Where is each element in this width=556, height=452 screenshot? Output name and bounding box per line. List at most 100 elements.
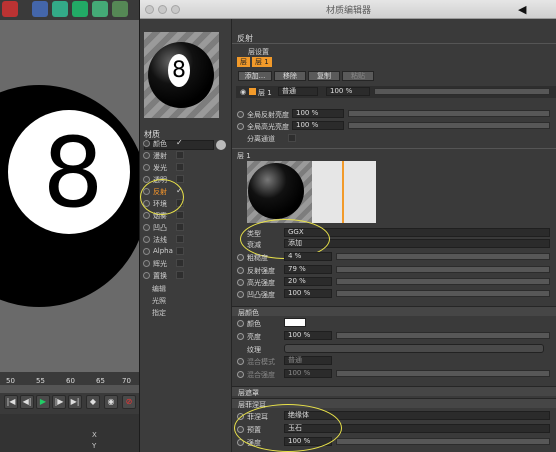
- highlight-annotation: [234, 404, 342, 452]
- mix-mode-select[interactable]: 普通: [284, 356, 332, 365]
- layer-value-slider[interactable]: [374, 88, 550, 95]
- keyframe-radio[interactable]: [237, 371, 244, 378]
- mix-strength-slider[interactable]: [336, 370, 550, 377]
- checkbox[interactable]: [176, 223, 184, 231]
- spline-icon[interactable]: [72, 1, 88, 17]
- separate-pass-checkbox[interactable]: [288, 134, 296, 142]
- layer-color-section[interactable]: 层颜色: [232, 306, 556, 317]
- channel-bump[interactable]: 凹凸: [143, 222, 229, 233]
- cube-icon[interactable]: [32, 1, 48, 17]
- mix-strength-field[interactable]: 100 %: [284, 369, 332, 378]
- keyframe-radio[interactable]: [237, 267, 244, 274]
- channel-normal[interactable]: 法线: [143, 234, 229, 245]
- keyframe-radio[interactable]: [237, 111, 244, 118]
- roughness-slider[interactable]: [336, 253, 550, 260]
- bump-strength-slider[interactable]: [336, 290, 550, 297]
- autokey-icon[interactable]: ◉: [104, 395, 118, 409]
- layer-mode-select[interactable]: 普通: [278, 87, 318, 96]
- bump-strength-field[interactable]: 100 %: [284, 289, 332, 298]
- channel-label: 辉光: [153, 260, 167, 268]
- layer-settings-label: 层设置: [248, 48, 269, 56]
- title-bar[interactable]: 材质编辑器 ◀: [140, 0, 556, 19]
- layer-mask-section[interactable]: 层遮罩: [232, 386, 556, 397]
- material-preview[interactable]: 8: [144, 32, 219, 118]
- roughness-field[interactable]: 4 %: [284, 252, 332, 261]
- keyframe-radio[interactable]: [237, 358, 244, 365]
- prev-key-icon[interactable]: ◀|: [20, 395, 34, 409]
- global-specular-field[interactable]: 100 %: [292, 121, 344, 130]
- window-title: 材质编辑器: [325, 6, 371, 16]
- key-icon[interactable]: ◆: [86, 395, 100, 409]
- layer-value-field[interactable]: 100 %: [326, 87, 370, 96]
- next-key-icon[interactable]: |▶: [52, 395, 66, 409]
- channel-luminance[interactable]: 发光: [143, 162, 229, 173]
- reflect-strength-slider[interactable]: [336, 266, 550, 273]
- record-key-icon[interactable]: ⊘: [122, 395, 136, 409]
- timeline-tick: 55: [36, 377, 45, 385]
- specular-strength-field[interactable]: 20 %: [284, 277, 332, 286]
- add-layer-button[interactable]: 添加...: [238, 71, 272, 81]
- section-title: 层颜色: [238, 309, 259, 317]
- keyframe-radio[interactable]: [237, 123, 244, 130]
- specular-strength-slider[interactable]: [336, 278, 550, 285]
- copy-layer-button[interactable]: 复制: [308, 71, 340, 81]
- global-reflect-slider[interactable]: [348, 110, 550, 117]
- color-swatch[interactable]: [284, 318, 306, 327]
- deformer-icon[interactable]: [112, 1, 128, 17]
- tab-editor[interactable]: 编辑: [152, 284, 166, 294]
- keyframe-radio[interactable]: [237, 333, 244, 340]
- checkmark-icon[interactable]: ✓: [176, 139, 184, 147]
- play-icon[interactable]: ▶: [36, 395, 50, 409]
- channel-label: Alpha: [153, 247, 173, 255]
- checkbox[interactable]: [176, 235, 184, 243]
- channel-glow[interactable]: 辉光: [143, 258, 229, 269]
- eye-icon[interactable]: ◉: [240, 88, 246, 96]
- checkbox[interactable]: [176, 247, 184, 255]
- timeline-ruler[interactable]: [0, 385, 140, 393]
- checkbox[interactable]: [176, 175, 184, 183]
- timeline-tick: 65: [96, 377, 105, 385]
- checkbox[interactable]: [176, 151, 184, 159]
- reflect-strength-field[interactable]: 79 %: [284, 265, 332, 274]
- texture-slot[interactable]: [284, 344, 544, 353]
- layer-preview-ball: [248, 163, 304, 219]
- keyframe-radio[interactable]: [237, 254, 244, 261]
- keyframe-radio[interactable]: [237, 279, 244, 286]
- go-start-icon[interactable]: |◀: [4, 395, 18, 409]
- brightness-slider[interactable]: [336, 332, 550, 339]
- viewport[interactable]: 8: [0, 0, 140, 372]
- timeline-tick: 70: [122, 377, 131, 385]
- bump-strength-label: 凹凸强度: [247, 291, 275, 299]
- global-reflect-field[interactable]: 100 %: [292, 109, 344, 118]
- channel-color[interactable]: 颜色 ✓: [143, 138, 229, 149]
- channel-label: 发光: [153, 164, 167, 172]
- keyframe-radio[interactable]: [237, 320, 244, 327]
- checkbox[interactable]: [176, 211, 184, 219]
- channel-displacement[interactable]: 置换: [143, 270, 229, 281]
- tab-layer[interactable]: 层: [237, 57, 250, 67]
- checkbox[interactable]: [176, 163, 184, 171]
- tab-assign[interactable]: 指定: [152, 308, 166, 318]
- checkbox[interactable]: [176, 271, 184, 279]
- go-end-icon[interactable]: ▶|: [68, 395, 82, 409]
- timeline-tick: 60: [66, 377, 75, 385]
- global-specular-slider[interactable]: [348, 122, 550, 129]
- channel-list-panel: 8 材质 颜色 ✓ 漫射 发光 透明 反射 ✓ 环境 烟雾 凹凸 法线 Alph…: [140, 19, 232, 452]
- brightness-field[interactable]: 100 %: [284, 331, 332, 340]
- keyframe-radio[interactable]: [237, 291, 244, 298]
- channel-alpha[interactable]: Alpha: [143, 246, 229, 257]
- channel-diffuse[interactable]: 漫射: [143, 150, 229, 161]
- checkbox[interactable]: [176, 259, 184, 267]
- graph-marker: [342, 161, 344, 223]
- remove-layer-button[interactable]: 移除: [274, 71, 306, 81]
- object-icon[interactable]: [52, 1, 68, 17]
- paste-layer-button[interactable]: 粘贴: [342, 71, 374, 81]
- back-arrow-icon[interactable]: ◀: [518, 3, 526, 16]
- timeline-tick: 50: [6, 377, 15, 385]
- gear-icon[interactable]: [92, 1, 108, 17]
- radio-icon: [143, 260, 150, 267]
- record-icon[interactable]: [2, 1, 18, 17]
- strength-slider[interactable]: [336, 438, 550, 445]
- tab-illumination[interactable]: 光照: [152, 296, 166, 306]
- tab-layer-1[interactable]: 层 1: [252, 57, 272, 67]
